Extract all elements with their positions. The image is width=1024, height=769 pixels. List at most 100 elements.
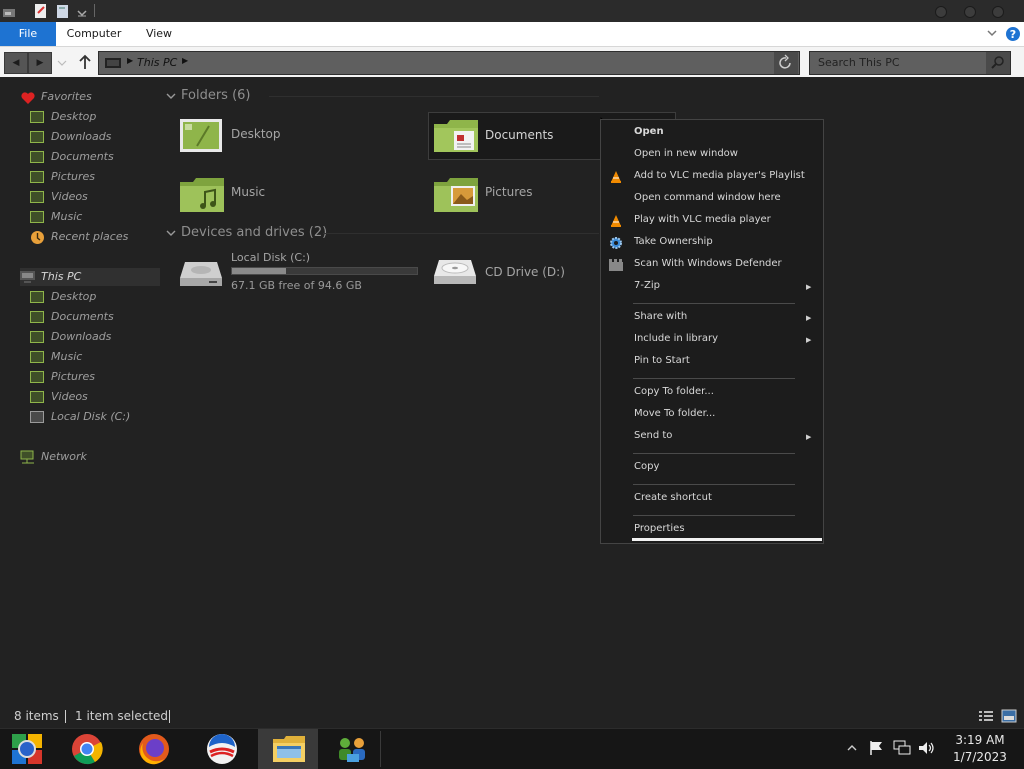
- taskbar-start-button[interactable]: [0, 729, 60, 769]
- taskbar-network-app[interactable]: [323, 729, 383, 769]
- status-selected: 1 item selected: [75, 709, 169, 723]
- menu-take-ownership[interactable]: Take Ownership: [634, 236, 713, 247]
- folders-group-header[interactable]: Folders (6): [181, 88, 251, 103]
- music-icon: [30, 351, 44, 363]
- ribbon-expand-icon[interactable]: [986, 27, 998, 42]
- menu-open-command-window[interactable]: Open command window here: [634, 192, 781, 203]
- menu-separator: [633, 484, 795, 485]
- documents-icon: [30, 311, 44, 323]
- nav-fav-recent-places-label: Recent places: [51, 230, 129, 243]
- music-folder-icon: [180, 178, 224, 212]
- nav-pc-desktop-label: Desktop: [51, 290, 97, 303]
- folder-desktop[interactable]: Desktop: [177, 114, 417, 162]
- nav-pc-pictures-label: Pictures: [51, 370, 96, 383]
- folder-music[interactable]: Music: [177, 172, 417, 220]
- documents-icon: [30, 151, 44, 163]
- maximize-button[interactable]: [964, 6, 976, 18]
- menu-share-with[interactable]: Share with: [634, 311, 687, 322]
- devices-group-divider: [323, 233, 599, 234]
- status-divider: [65, 710, 66, 723]
- close-button[interactable]: [992, 6, 1004, 18]
- breadcrumb-separator-icon[interactable]: ▶: [127, 56, 133, 65]
- large-icons-view-icon[interactable]: [1001, 709, 1017, 723]
- show-hidden-icons-icon[interactable]: [847, 743, 857, 753]
- nav-fav-videos-label: Videos: [51, 190, 88, 203]
- people-network-icon: [339, 738, 365, 762]
- start-orb-icon: [12, 734, 42, 764]
- videos-icon: [30, 191, 44, 203]
- drive-c-usage-bar: [231, 267, 418, 275]
- search-input[interactable]: Search This PC: [809, 51, 1011, 75]
- recent-locations-icon[interactable]: [55, 52, 69, 72]
- pictures-folder-icon: [434, 178, 478, 212]
- context-menu: Open Open in new window Add to VLC media…: [600, 119, 824, 544]
- status-bar: 8 items 1 item selected: [0, 706, 1024, 728]
- menu-open-new-window[interactable]: Open in new window: [634, 148, 738, 159]
- nav-fav-documents-label: Documents: [51, 150, 114, 163]
- menu-copy-to-folder[interactable]: Copy To folder...: [634, 386, 714, 397]
- menu-open[interactable]: Open: [634, 126, 664, 137]
- pictures-icon: [30, 171, 44, 183]
- volume-icon[interactable]: [917, 740, 935, 756]
- menu-copy[interactable]: Copy: [634, 461, 659, 472]
- collapse-folders-icon[interactable]: [166, 92, 176, 100]
- vlc-icon: [611, 215, 621, 227]
- network-status-icon[interactable]: [893, 740, 911, 756]
- drive-d-label: CD Drive (D:): [485, 265, 565, 279]
- devices-group-header[interactable]: Devices and drives (2): [181, 225, 327, 240]
- menu-7zip[interactable]: 7-Zip: [634, 280, 660, 291]
- file-explorer-icon: [273, 736, 305, 762]
- collapse-devices-icon[interactable]: [166, 229, 176, 237]
- tab-view[interactable]: View: [138, 22, 180, 46]
- navigation-pane: Favorites Desktop Downloads Documents Pi…: [0, 86, 160, 476]
- menu-send-to[interactable]: Send to: [634, 430, 672, 441]
- taskbar-chrome[interactable]: [58, 729, 118, 769]
- address-bar[interactable]: ▶ This PC ▶: [98, 51, 800, 75]
- menu-separator: [633, 378, 795, 379]
- breadcrumb-chevron-icon[interactable]: ▶: [182, 56, 188, 65]
- menu-add-vlc-playlist[interactable]: Add to VLC media player's Playlist: [634, 170, 805, 181]
- downloads-icon: [30, 131, 44, 143]
- clock-date[interactable]: 1/7/2023: [940, 750, 1020, 764]
- nav-pc-documents-label: Documents: [51, 310, 114, 323]
- breadcrumb-this-pc[interactable]: This PC: [137, 56, 177, 69]
- nav-this-pc[interactable]: This PC: [20, 268, 160, 286]
- action-center-flag-icon[interactable]: [868, 740, 884, 756]
- taskbar-firefox[interactable]: [124, 729, 184, 769]
- content-pane: Folders (6) Desktop Documents Music Pict…: [163, 86, 676, 326]
- submenu-arrow-icon: ▶: [806, 314, 812, 322]
- drive-c-usage-fill: [232, 268, 286, 274]
- folder-pictures-label: Pictures: [485, 185, 533, 199]
- nav-this-pc-label: This PC: [41, 270, 82, 283]
- status-item-count: 8 items: [14, 709, 59, 723]
- help-icon[interactable]: ?: [1005, 26, 1021, 45]
- back-button[interactable]: ◀: [4, 52, 28, 74]
- menu-play-vlc[interactable]: Play with VLC media player: [634, 214, 771, 225]
- search-icon[interactable]: [986, 52, 1010, 74]
- minimize-button[interactable]: [935, 6, 947, 18]
- menu-pin-to-start[interactable]: Pin to Start: [634, 355, 690, 366]
- pictures-icon: [30, 371, 44, 383]
- menu-move-to-folder[interactable]: Move To folder...: [634, 408, 715, 419]
- menu-create-shortcut[interactable]: Create shortcut: [634, 492, 712, 503]
- taskbar-app-globe[interactable]: [191, 729, 251, 769]
- folder-music-label: Music: [231, 185, 266, 199]
- menu-scan-defender[interactable]: Scan With Windows Defender: [634, 258, 782, 269]
- svg-text:?: ?: [1010, 28, 1016, 41]
- clock-time[interactable]: 3:19 AM: [940, 733, 1020, 747]
- taskbar-file-explorer[interactable]: [258, 729, 318, 769]
- menu-include-library[interactable]: Include in library: [634, 333, 718, 344]
- new-folder-icon[interactable]: [56, 3, 70, 19]
- forward-button[interactable]: ▶: [28, 52, 52, 74]
- menu-properties[interactable]: Properties: [634, 523, 685, 534]
- details-view-icon[interactable]: [978, 709, 994, 723]
- app-icon[interactable]: [2, 3, 16, 19]
- properties-icon[interactable]: [34, 3, 48, 19]
- tab-file[interactable]: File: [0, 22, 56, 46]
- drive-c[interactable]: Local Disk (C:) 67.1 GB free of 94.6 GB: [177, 250, 422, 296]
- tab-computer[interactable]: Computer: [62, 22, 126, 46]
- customize-quick-access-icon[interactable]: [76, 3, 90, 19]
- up-arrow-icon[interactable]: [76, 52, 94, 72]
- refresh-button[interactable]: [774, 52, 798, 74]
- gear-icon: [610, 237, 622, 249]
